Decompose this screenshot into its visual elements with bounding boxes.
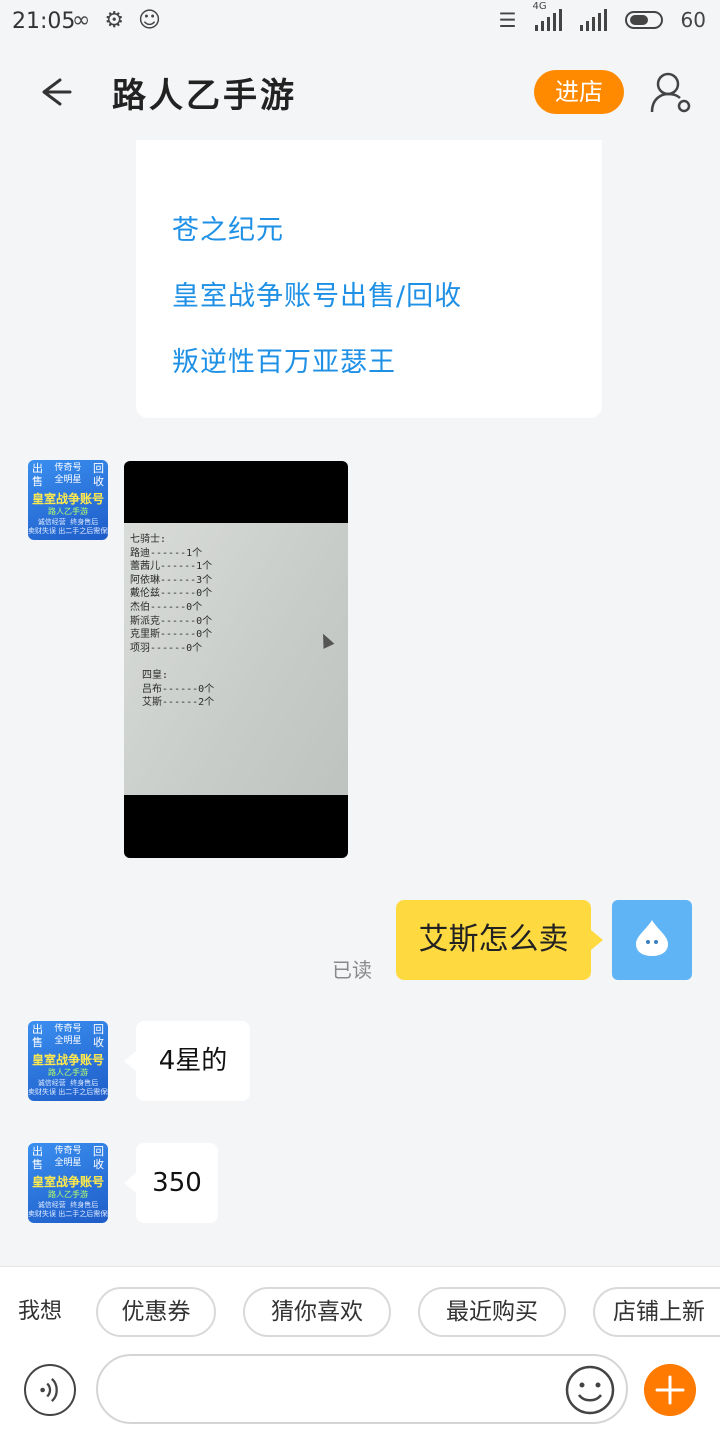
photo-text: 七骑士: 路迪------1个 蕾茜儿------1个 阿依琳------3个 戴伦兹-… xyxy=(130,533,214,710)
card-link-1[interactable]: 苍之纪元 xyxy=(172,208,284,247)
chip-coupons[interactable]: 优惠券 xyxy=(96,1287,216,1337)
page-title: 路人乙手游 xyxy=(112,76,297,116)
emoji-icon[interactable] xyxy=(564,1364,616,1416)
mouse-cursor-icon xyxy=(317,631,335,649)
notification-icon: ☰ xyxy=(498,8,517,32)
incoming-message[interactable]: 350 xyxy=(124,1143,218,1223)
photo-text-line: 艾斯------2个 xyxy=(130,697,215,709)
card-link-2[interactable]: 皇室战争账号出售/回收 xyxy=(172,274,462,313)
outgoing-message[interactable]: 艾斯怎么卖 xyxy=(396,900,603,980)
input-bar xyxy=(0,1344,720,1440)
plus-icon[interactable] xyxy=(644,1364,696,1416)
quick-suggestion-bar: 我想 优惠券 猜你喜欢 最近购买 店铺上新 xyxy=(0,1266,720,1345)
signal-4g-icon: 4G xyxy=(533,1,562,31)
battery-level: 60 xyxy=(680,8,706,32)
photo-text-line: 斯派克------0个 xyxy=(130,615,213,627)
chip-guess-you-like[interactable]: 猜你喜欢 xyxy=(243,1287,391,1337)
signal-icon xyxy=(579,9,607,31)
photo-text-line: 蕾茜儿------1个 xyxy=(130,561,213,573)
photo-text-line: 项羽------0个 xyxy=(130,642,203,654)
photo-text-line: 路迪------1个 xyxy=(130,547,203,559)
status-time: 21:05 xyxy=(12,9,76,34)
incoming-message[interactable]: 4星的 xyxy=(124,1021,250,1101)
my-avatar[interactable] xyxy=(612,900,692,980)
quick-label: 我想 xyxy=(18,1299,63,1324)
image-message[interactable]: 七骑士: 路迪------1个 蕾茜儿------1个 阿依琳------3个 戴伦兹-… xyxy=(124,461,348,858)
message-input[interactable] xyxy=(96,1354,628,1424)
photo-text-line: 七骑士: xyxy=(130,534,167,545)
photo-text-line: 戴伦兹------0个 xyxy=(130,588,213,600)
read-status: 已读 xyxy=(332,958,372,982)
store-info-card: 苍之纪元 皇室战争账号出售/回收 叛逆性百万亚瑟王 xyxy=(136,140,602,418)
status-bar: 21:05 ∞⚙☺ ☰ 4G 60 xyxy=(0,0,720,46)
voice-icon[interactable] xyxy=(24,1364,76,1416)
seller-avatar[interactable]: 出 售 回 收 传奇号 全明星 皇室战争账号 路人乙手游 诚信经营 终身售后 卖… xyxy=(28,1021,108,1101)
enter-store-button[interactable]: 进店 xyxy=(534,70,624,114)
photo-text-line: 四皇: xyxy=(130,669,169,681)
card-link-3[interactable]: 叛逆性百万亚瑟王 xyxy=(172,340,396,379)
seller-avatar[interactable]: 出 售 回 收 传奇号 全明星 皇室战争账号 路人乙手游 诚信经营 终身售后 卖… xyxy=(28,1143,108,1223)
photo-text-line: 杰伯------0个 xyxy=(130,601,203,613)
photo-screen: 七骑士: 路迪------1个 蕾茜儿------1个 阿依琳------3个 戴伦兹-… xyxy=(124,523,348,795)
drop-mascot-icon xyxy=(636,920,668,956)
status-right-icons: ☰ 4G 60 xyxy=(498,1,706,32)
chip-new-arrivals[interactable]: 店铺上新 xyxy=(593,1287,720,1337)
seller-avatar[interactable]: 出 售 回 收 传奇号 全明星 皇室战争账号 路人乙手游 诚信经营 终身售后 卖… xyxy=(28,460,108,540)
photo-text-line xyxy=(130,655,214,669)
chip-recent-purchases[interactable]: 最近购买 xyxy=(418,1287,566,1337)
back-arrow-icon[interactable] xyxy=(32,70,76,114)
photo-text-line: 吕布------0个 xyxy=(130,683,215,695)
status-left-icons: ∞⚙☺ xyxy=(72,8,175,33)
chat-header: 路人乙手游 进店 xyxy=(0,46,720,138)
battery-icon xyxy=(624,11,663,29)
profile-settings-icon[interactable] xyxy=(648,68,696,116)
photo-text-line: 阿依琳------3个 xyxy=(130,574,213,586)
photo-text-line: 克里斯------0个 xyxy=(130,629,213,641)
